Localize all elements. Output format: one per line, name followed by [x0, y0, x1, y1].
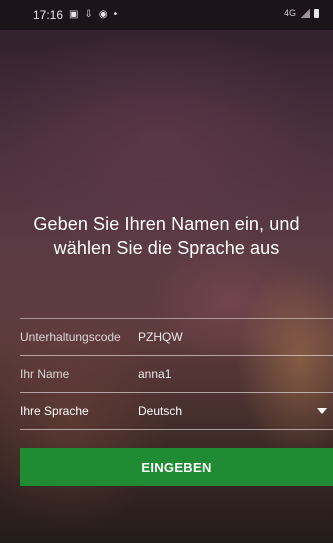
name-row[interactable]: Ihr Name anna1 [20, 356, 333, 393]
page-title: Geben Sie Ihren Namen ein, und wählen Si… [0, 212, 333, 260]
signal-icon [300, 8, 310, 18]
language-label: Ihre Sprache [20, 404, 89, 418]
sync-icon: ◉ [98, 9, 108, 20]
network-type: 4G [283, 8, 296, 18]
join-form: Unterhaltungscode PZHQW Ihr Name anna1 I… [20, 318, 333, 430]
conversation-code-field[interactable]: PZHQW [138, 330, 183, 344]
battery-icon [314, 8, 319, 18]
submit-button[interactable]: EINGEBEN [20, 448, 333, 486]
language-select[interactable]: Ihre Sprache Deutsch [20, 393, 333, 430]
status-bar: 17:16 ▣ ⇩ ◉ • 4G [0, 0, 333, 30]
status-right: 4G [284, 8, 319, 18]
status-time: 17:16 [33, 8, 64, 22]
conversation-code-label: Unterhaltungscode [20, 330, 121, 344]
conversation-code-row[interactable]: Unterhaltungscode PZHQW [20, 318, 333, 356]
name-label: Ihr Name [20, 367, 70, 381]
page-title-line-1: Geben Sie Ihren Namen ein, und [33, 214, 300, 234]
status-left: 17:16 ▣ ⇩ ◉ • [33, 8, 117, 22]
page-title-line-2: wählen Sie die Sprache aus [53, 238, 280, 258]
chevron-down-icon[interactable] [317, 408, 327, 414]
language-value[interactable]: Deutsch [138, 404, 182, 418]
name-field[interactable]: anna1 [138, 367, 171, 381]
app-screen: 17:16 ▣ ⇩ ◉ • 4G Geben Sie Ihren Namen e… [0, 0, 333, 543]
dot-icon: • [113, 9, 118, 20]
download-icon: ⇩ [84, 9, 93, 20]
image-icon: ▣ [69, 9, 79, 20]
